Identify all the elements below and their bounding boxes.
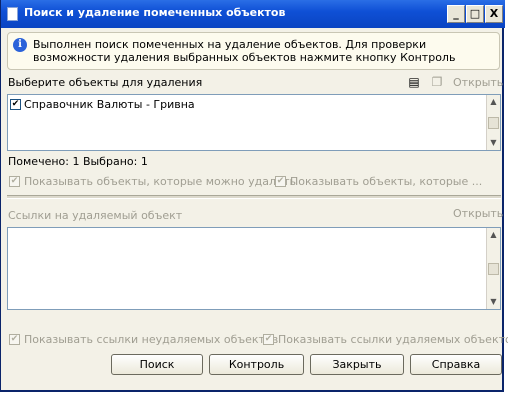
show-deletable-label: Показывать объекты, которые можно удалит… bbox=[24, 175, 297, 188]
item-checkbox[interactable]: ✔ bbox=[10, 98, 21, 110]
scroll-up-arrow[interactable]: ▲ bbox=[487, 95, 500, 109]
objects-open-link[interactable]: Открыть bbox=[453, 76, 503, 89]
splitter[interactable] bbox=[7, 195, 501, 199]
document-icon bbox=[7, 7, 18, 21]
close-button[interactable]: Закрыть bbox=[310, 354, 404, 375]
item-label: Справочник Валюты - Гривна bbox=[24, 97, 195, 111]
scroll-thumb[interactable] bbox=[488, 117, 499, 129]
show-deletable-refs-label: Показывать ссылки удаляемых объектов bbox=[278, 333, 508, 346]
minimize-button[interactable]: _ bbox=[447, 5, 465, 23]
show-deletable-refs-toggle[interactable]: ✔ Показывать ссылки удаляемых объектов bbox=[263, 333, 508, 346]
help-button[interactable]: Справка bbox=[410, 354, 502, 375]
show-other-checkbox[interactable]: ✔ bbox=[275, 176, 286, 187]
refs-open-link[interactable]: Открыть bbox=[453, 207, 503, 220]
show-deletable-toggle[interactable]: ✔ Показывать объекты, которые можно удал… bbox=[9, 175, 296, 188]
refs-list[interactable]: ▲ ▼ bbox=[7, 227, 501, 310]
close-window-button[interactable]: X bbox=[485, 5, 503, 23]
refs-header: Ссылки на удаляемый объект bbox=[8, 209, 183, 222]
refs-scrollbar[interactable]: ▲ ▼ bbox=[486, 228, 500, 309]
show-other-toggle[interactable]: ✔ Показывать объекты, которые ... bbox=[275, 175, 482, 188]
show-deletable-refs-checkbox[interactable]: ✔ bbox=[263, 334, 274, 345]
check-all-icon[interactable]: ▤ bbox=[407, 75, 421, 89]
scroll-down-arrow[interactable]: ▼ bbox=[487, 295, 500, 309]
show-nondeletable-refs-checkbox[interactable]: ✔ bbox=[9, 334, 20, 345]
window-title: Поиск и удаление помеченных объектов bbox=[24, 6, 286, 19]
show-other-label: Показывать объекты, которые ... bbox=[290, 175, 483, 188]
objects-list[interactable]: ✔ Справочник Валюты - Гривна ▲ ▼ bbox=[7, 94, 501, 151]
dialog-window: Поиск и удаление помеченных объектов _ □… bbox=[0, 0, 508, 392]
info-panel: i Выполнен поиск помеченных на удаление … bbox=[7, 32, 500, 70]
objects-scrollbar[interactable]: ▲ ▼ bbox=[486, 95, 500, 150]
copy-icon[interactable]: ❐ bbox=[430, 75, 444, 89]
scroll-up-arrow[interactable]: ▲ bbox=[487, 228, 500, 242]
maximize-button[interactable]: □ bbox=[466, 5, 484, 23]
show-nondeletable-refs-label: Показывать ссылки неудаляемых объектов bbox=[24, 333, 279, 346]
objects-status: Помечено: 1 Выбрано: 1 bbox=[8, 155, 148, 168]
show-deletable-checkbox[interactable]: ✔ bbox=[9, 176, 20, 187]
info-icon: i bbox=[13, 38, 27, 52]
info-text: Выполнен поиск помеченных на удаление об… bbox=[33, 38, 456, 64]
search-button[interactable]: Поиск bbox=[111, 354, 203, 375]
list-item[interactable]: ✔ Справочник Валюты - Гривна bbox=[10, 97, 486, 111]
objects-header: Выберите объекты для удаления bbox=[8, 76, 203, 89]
control-button[interactable]: Контроль bbox=[209, 354, 304, 375]
scroll-thumb[interactable] bbox=[488, 263, 499, 275]
show-nondeletable-refs-toggle[interactable]: ✔ Показывать ссылки неудаляемых объектов bbox=[9, 333, 278, 346]
scroll-down-arrow[interactable]: ▼ bbox=[487, 136, 500, 150]
title-bar[interactable]: Поиск и удаление помеченных объектов _ □… bbox=[1, 0, 505, 28]
